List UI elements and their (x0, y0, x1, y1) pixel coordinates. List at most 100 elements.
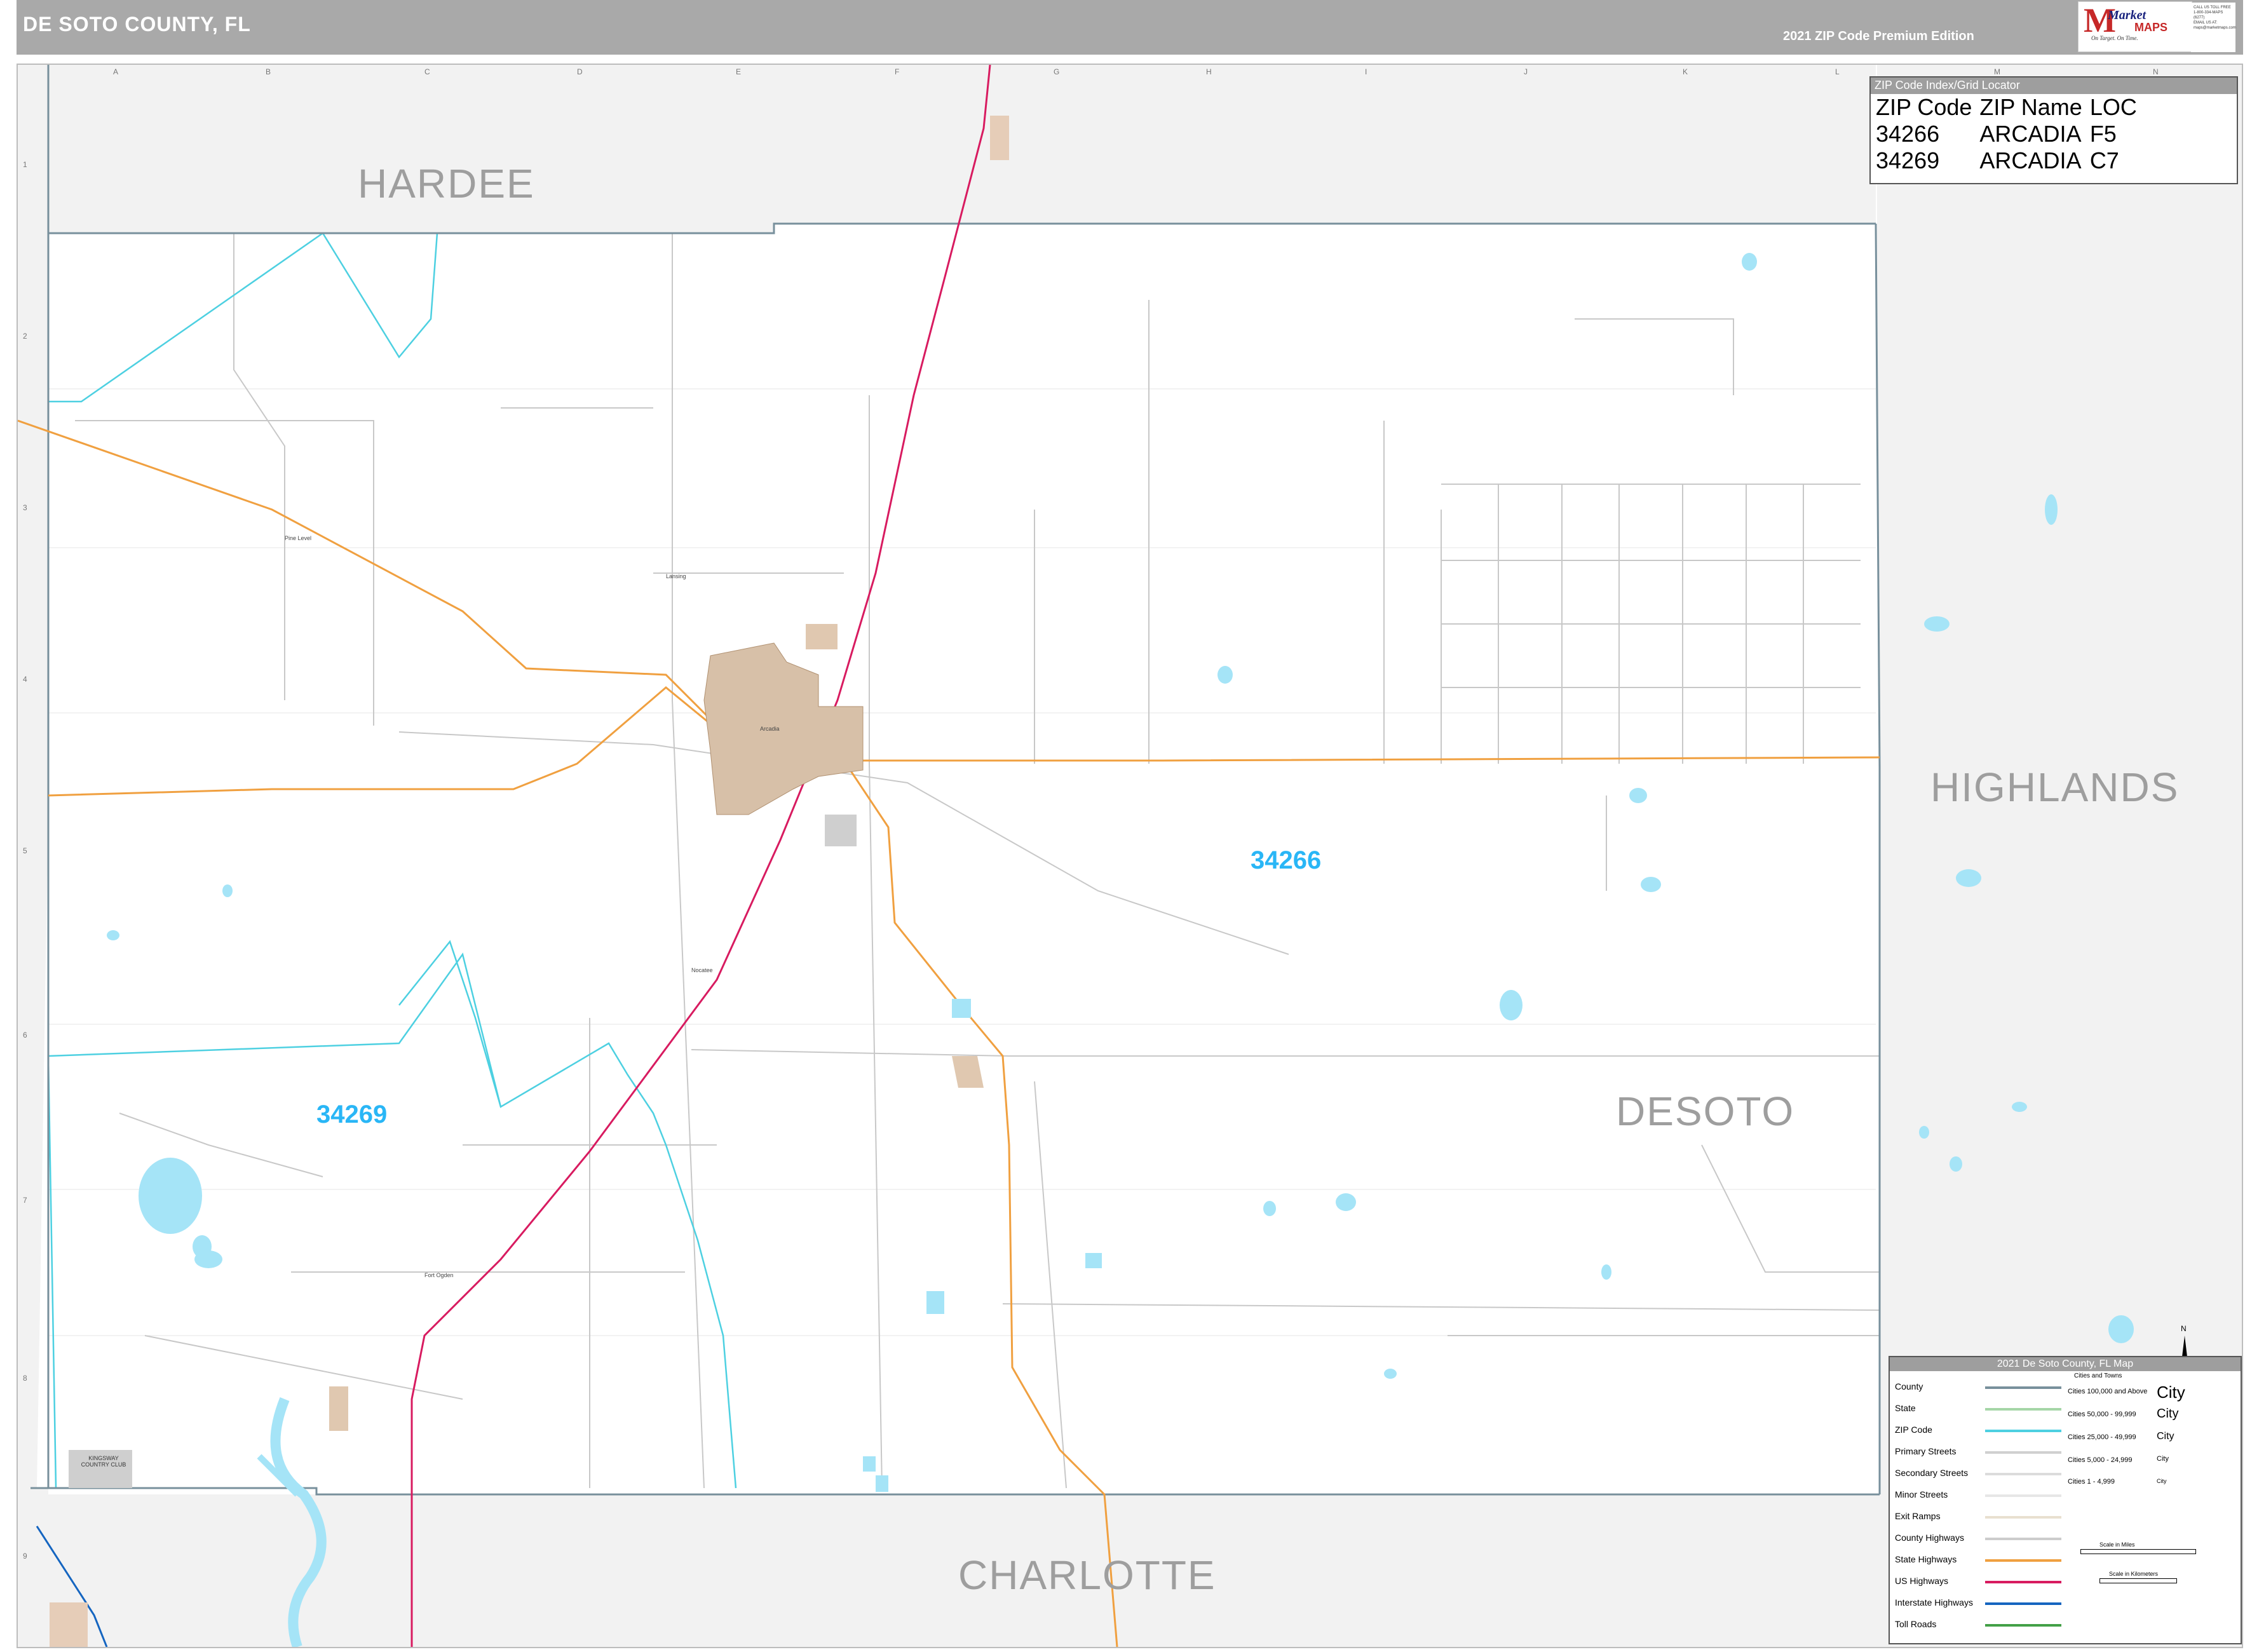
legend-swatch-state (1985, 1408, 2061, 1411)
legend-item-us-hwy: US Highways (1895, 1576, 1949, 1586)
zip-name-cell: ARCADIA (1979, 121, 2082, 147)
zip-index-header-row: ZIP Code ZIP Name LOC (1872, 94, 2141, 121)
place-label-lansing: Lansing (666, 573, 686, 579)
legend-city-sample: City (2157, 1455, 2169, 1463)
zip-index-col-header: LOC (2089, 94, 2137, 120)
contact-line: EMAIL US AT: (2194, 21, 2218, 25)
contact-line: 1-800-334-MAPS (6277) (2194, 11, 2223, 20)
zip-label-34266[interactable]: 34266 (1251, 846, 1321, 875)
county-label-charlotte: CHARLOTTE (958, 1552, 1216, 1598)
grid-row-label: 6 (23, 1031, 27, 1039)
place-label-fort-ogden: Fort Ogden (424, 1272, 454, 1278)
zip-index-heading: ZIP Code Index/Grid Locator (1871, 78, 2237, 94)
grid-row-label: 9 (23, 1552, 27, 1561)
logo-tagline: On Target. On Time. (2091, 35, 2138, 41)
grid-row-label: 8 (23, 1374, 27, 1383)
place-label-kingsway: KINGSWAY COUNTRY CLUB (81, 1455, 126, 1468)
county-label-hardee: HARDEE (358, 161, 535, 207)
legend-swatch-minor (1985, 1494, 2061, 1497)
map-title: DE SOTO COUNTY, FL (23, 13, 251, 36)
zip-index-col-header: ZIP Code (1876, 94, 1972, 120)
legend-item-county-hwy: County Highways (1895, 1533, 1964, 1543)
northeast-arcadia-area (806, 624, 838, 649)
legend-swatch-interstate (1985, 1602, 2061, 1605)
market-maps-logo: M Market MAPS On Target. On Time. (2078, 1, 2192, 52)
legend-item-zip: ZIP Code (1895, 1425, 1932, 1435)
legend-swatch-zip (1985, 1430, 2061, 1432)
grid-col-label: G (1054, 67, 1060, 76)
grid-row-label: 3 (23, 503, 27, 512)
legend-swatch-primary (1985, 1451, 2061, 1454)
legend-swatch-county-hwy (1985, 1538, 2061, 1540)
legend-city-sample: City (2157, 1478, 2167, 1484)
grid-col-label: N (2153, 67, 2159, 76)
legend-scale-miles-label: Scale in Miles (2099, 1541, 2135, 1548)
logo-maps-text: MAPS (2134, 21, 2168, 34)
north-edge-town (990, 116, 1009, 160)
legend-swatch-state-hwy (1985, 1559, 2061, 1562)
grid-row-label: 2 (23, 332, 27, 341)
legend-swatch-secondary (1985, 1473, 2061, 1475)
grid-col-label: D (577, 67, 583, 76)
map-legend: 2021 De Soto County, FL Map Cities and T… (1889, 1356, 2242, 1644)
legend-city-category: Cities 100,000 and Above (2068, 1388, 2148, 1395)
legend-city-sample: City (2157, 1431, 2174, 1442)
edition-label: 2021 ZIP Code Premium Edition (1783, 29, 1974, 43)
contact-line: CALL US TOLL FREE (2194, 6, 2231, 10)
legend-item-secondary: Secondary Streets (1895, 1468, 1969, 1478)
zip-index-grid: ZIP Code ZIP Name LOC 34266 ARCADIA F5 3… (1872, 94, 2141, 174)
legend-city-category: Cities 25,000 - 49,999 (2068, 1433, 2136, 1441)
place-label-pine-level: Pine Level (285, 535, 312, 541)
grid-row-label: 5 (23, 846, 27, 855)
charlotte-county-area (31, 1494, 1877, 1647)
compass-n: N (2181, 1324, 2187, 1333)
grid-col-label: C (424, 67, 430, 76)
airport-area (825, 815, 857, 846)
grid-col-label: I (1365, 67, 1367, 76)
contact-info: CALL US TOLL FREE 1-800-334-MAPS (6277) … (2191, 3, 2236, 52)
grid-col-label: J (1524, 67, 1528, 76)
grid-col-label: M (1994, 67, 2000, 76)
legend-swatch-us-hwy (1985, 1581, 2061, 1583)
legend-title: 2021 De Soto County, FL Map (1890, 1357, 2241, 1371)
grid-col-label: L (1835, 67, 1840, 76)
charlotte-town-area (50, 1602, 88, 1647)
legend-item-primary: Primary Streets (1895, 1446, 1957, 1456)
legend-item-minor: Minor Streets (1895, 1489, 1948, 1500)
contact-line: maps@marketmaps.com (2194, 26, 2236, 30)
legend-city-category: Cities 50,000 - 99,999 (2068, 1411, 2136, 1418)
zip-loc-cell: C7 (2089, 147, 2119, 173)
desoto-county-area (37, 224, 1880, 1494)
legend-swatch-toll (1985, 1624, 2061, 1627)
legend-item-interstate: Interstate Highways (1895, 1597, 1973, 1608)
table-row[interactable]: 34269 ARCADIA C7 (1872, 147, 2141, 174)
table-row[interactable]: 34266 ARCADIA F5 (1872, 121, 2141, 147)
legend-city-sample: City (2157, 1407, 2179, 1421)
legend-scale-km-bar (2099, 1578, 2177, 1583)
legend-city-sample: City (2157, 1383, 2185, 1402)
legend-item-state: State (1895, 1403, 1916, 1413)
legend-scale-km-label: Scale in Kilometers (2109, 1571, 2159, 1577)
fort-ogden-area (329, 1386, 348, 1431)
grid-row-label: 1 (23, 160, 27, 169)
zip-code-cell: 34266 (1876, 121, 1940, 147)
lake-large (139, 1158, 202, 1234)
county-label-highlands: HIGHLANDS (1930, 764, 2180, 810)
grid-col-label: K (1683, 67, 1688, 76)
grid-row-label: 7 (23, 1196, 27, 1205)
zip-index-col-header: ZIP Name (1979, 94, 2082, 120)
grid-col-label: A (113, 67, 119, 76)
place-label-arcadia: Arcadia (760, 726, 780, 732)
zip-name-cell: ARCADIA (1979, 147, 2082, 173)
legend-item-state-hwy: State Highways (1895, 1554, 1957, 1564)
zip-label-34269[interactable]: 34269 (316, 1100, 387, 1129)
zip-code-cell: 34269 (1876, 147, 1940, 173)
legend-city-category: Cities 5,000 - 24,999 (2068, 1456, 2133, 1464)
legend-item-county: County (1895, 1381, 1923, 1391)
grid-row-label: 4 (23, 675, 27, 684)
legend-item-toll: Toll Roads (1895, 1619, 1937, 1629)
zip-loc-cell: F5 (2089, 121, 2117, 147)
zip-index-table: ZIP Code Index/Grid Locator ZIP Code ZIP… (1869, 76, 2238, 184)
grid-col-label: H (1206, 67, 1212, 76)
place-label-nocatee: Nocatee (691, 967, 713, 973)
